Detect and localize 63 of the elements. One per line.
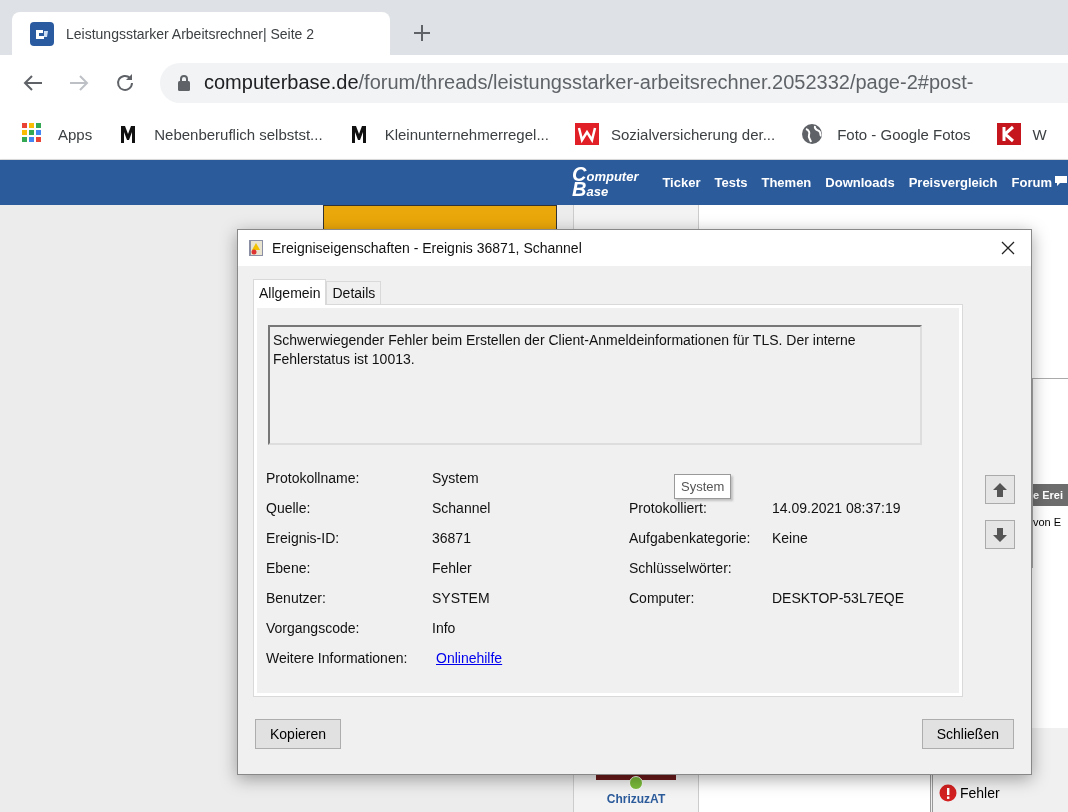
new-tab-icon[interactable]	[412, 23, 432, 43]
user-name[interactable]: ChrizuzAT	[606, 792, 666, 806]
tab-title: Leistungsstarker Arbeitsrechner| Seite 2	[66, 25, 315, 42]
tab[interactable]: Allgemein	[253, 279, 327, 305]
field-label: Ereignis-ID:	[266, 530, 341, 546]
lock-icon	[178, 74, 190, 91]
nav-link[interactable]: Tests	[714, 175, 748, 190]
nav-link[interactable]: Forum	[1011, 175, 1068, 190]
window-title: Ereigniseigenschaften - Ereignis 36871, Schannel	[272, 240, 583, 256]
address-bar[interactable]: computerbase.de/forum/threads/leistungsstarker-arbeitsrechner.2052332/page-2#post-	[160, 62, 1068, 103]
site-logo-icon	[30, 21, 54, 46]
move-down-button[interactable]	[985, 520, 1015, 549]
copy-button[interactable]: Kopieren	[255, 719, 342, 749]
panel-text: von E	[1033, 516, 1063, 528]
field-value: DESKTOP-53L7EQE	[772, 590, 906, 606]
event-log-icon	[248, 239, 264, 257]
field-value: 14.09.2021 08:37:19	[772, 500, 902, 516]
bookmark-icon	[996, 123, 1021, 145]
help-link[interactable]: Onlinehilfe	[436, 650, 629, 666]
field-label: Vorgangscode:	[266, 620, 361, 636]
field-label: Quelle:	[266, 500, 312, 516]
status-text: Fehler	[960, 785, 1000, 801]
field-label: Weitere Informationen:	[266, 650, 409, 666]
online-icon	[629, 776, 643, 790]
field-value: Keine	[772, 530, 809, 546]
panel-tab[interactable]: e Erei	[1033, 484, 1068, 506]
bookmark-item[interactable]: Foto - Google Fotos	[801, 123, 971, 145]
move-up-button[interactable]	[985, 475, 1015, 504]
bookmark-item[interactable]: Apps	[22, 123, 93, 145]
bookmark-icon	[574, 123, 599, 145]
description-box: Schwerwiegender Fehler beim Erstellen der Client-Anmeldeinformationen für TLS. Der interne Fehlerstatus ist 10013.	[268, 325, 922, 445]
bookmark-item[interactable]: Sozialversicherung der...	[574, 123, 776, 145]
field-value: Fehler	[432, 560, 473, 576]
back-icon[interactable]	[22, 72, 44, 93]
field-label: Benutzer:	[266, 590, 327, 606]
field-value: 36871	[432, 530, 472, 546]
nav-link[interactable]: Ticker	[662, 175, 701, 190]
tab[interactable]: Details	[326, 281, 382, 304]
nav-link[interactable]: Downloads	[825, 175, 895, 190]
arrow-down-icon	[992, 526, 1008, 543]
close-button[interactable]: Schließen	[921, 719, 1014, 749]
field-value: System	[432, 470, 480, 486]
field-value: Schannel	[432, 500, 492, 516]
chat-icon	[1054, 175, 1068, 187]
site-logo[interactable]: Computer Base	[572, 162, 649, 203]
field-value: SYSTEM	[432, 590, 491, 606]
arrow-up-icon	[992, 481, 1008, 498]
error-icon	[939, 784, 957, 802]
close-icon[interactable]	[1001, 241, 1015, 255]
field-label: Ebene:	[266, 560, 312, 576]
nav-link[interactable]: Themen	[761, 175, 812, 190]
tooltip: System	[674, 474, 732, 499]
bookmark-item[interactable]: W	[996, 123, 1047, 145]
field-value: Info	[432, 620, 457, 636]
field-label: Protokolliert:	[629, 500, 708, 516]
nav-link[interactable]: Preisvergleich	[908, 175, 998, 190]
browser-tab[interactable]: Leistungsstarker Arbeitsrechner| Seite 2	[12, 12, 390, 55]
bookmark-item[interactable]: Nebenberuflich selbstst...	[118, 123, 323, 145]
field-label: Computer:	[629, 590, 696, 606]
bookmark-item[interactable]: Kleinunternehmerregel...	[348, 123, 549, 145]
field-label: Protokollname:	[266, 470, 361, 486]
field-label: Schlüsselwörter:	[629, 560, 733, 576]
field-label: Aufgabenkategorie:	[629, 530, 752, 546]
